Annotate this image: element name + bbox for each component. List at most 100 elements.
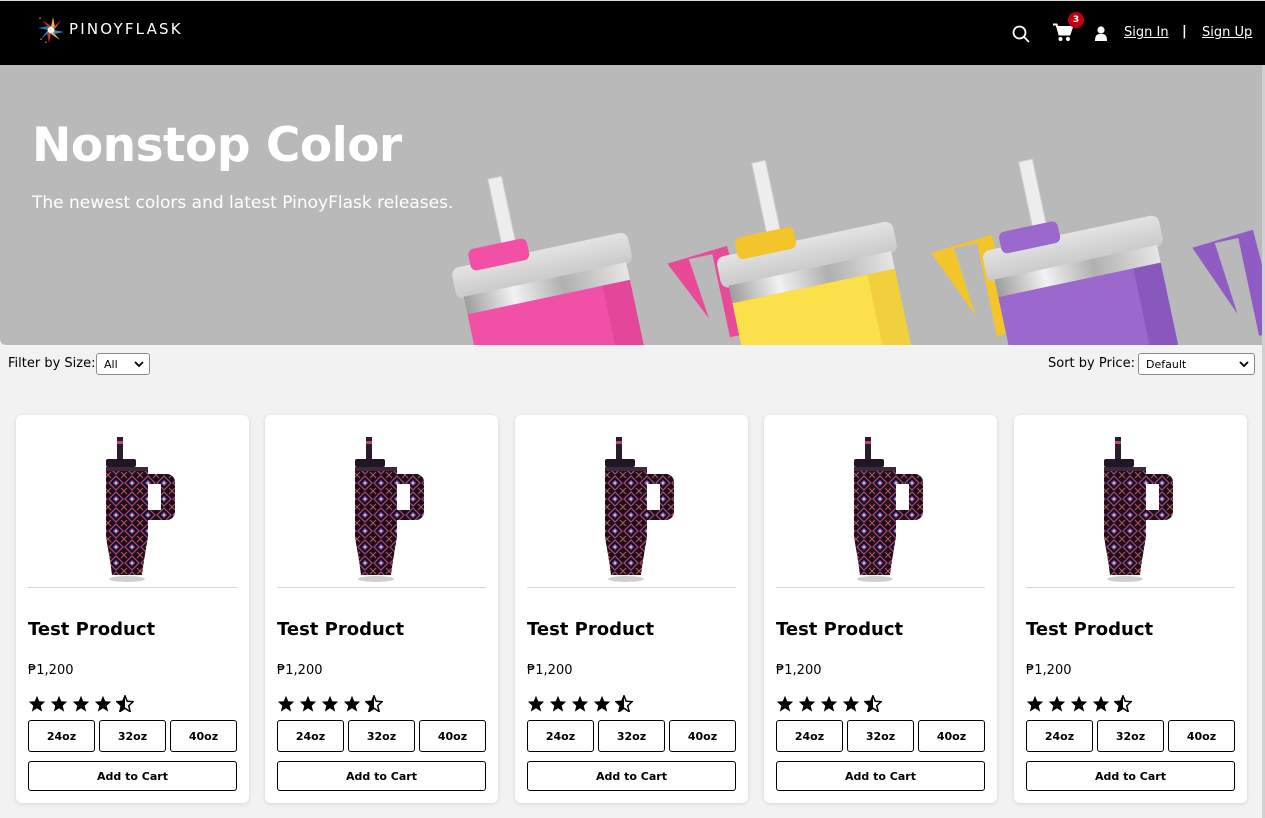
product-card[interactable]: Test Product ₱1,200 24oz 32oz 40oz Add to … [515,415,748,803]
product-title[interactable]: Test Product [28,619,155,640]
size-option-button[interactable]: 40oz [170,720,237,752]
size-option-button[interactable]: 32oz [99,720,166,752]
star-full-icon [1092,695,1110,712]
product-image [106,437,175,582]
size-option-button[interactable]: 32oz [847,720,914,752]
star-full-icon [776,695,794,712]
size-option-button[interactable]: 32oz [598,720,665,752]
star-full-icon [842,695,860,712]
product-price: ₱1,200 [277,663,323,678]
product-image [1104,437,1173,582]
product-rating [527,695,633,712]
star-full-icon [527,695,545,712]
star-full-icon [798,695,816,712]
auth-separator: | [1182,24,1187,39]
add-to-cart-button[interactable]: Add to Cart [28,761,237,791]
add-to-cart-button[interactable]: Add to Cart [277,761,486,791]
product-image-area[interactable] [277,427,486,587]
card-divider [277,587,486,588]
size-option-button[interactable]: 40oz [918,720,985,752]
star-half-icon [1114,695,1132,712]
size-filter-label: Filter by Size: [8,356,96,371]
product-image-area[interactable] [28,427,237,587]
purple-tumbler [982,158,1262,345]
size-option-button[interactable]: 24oz [277,720,344,752]
size-options: 24oz 32oz 40oz [28,720,237,752]
product-image [854,437,923,582]
size-option-button[interactable]: 24oz [776,720,843,752]
brand-logo[interactable]: PINOYFLASK [36,15,183,45]
product-card[interactable]: Test Product ₱1,200 24oz 32oz 40oz Add to … [16,415,249,803]
star-full-icon [571,695,589,712]
product-image-area[interactable] [776,427,985,587]
product-title[interactable]: Test Product [776,619,903,640]
star-full-icon [820,695,838,712]
star-full-icon [593,695,611,712]
star-full-icon [72,695,90,712]
star-full-icon [343,695,361,712]
hero-banner: Nonstop Color The newest colors and late… [0,65,1262,345]
star-half-icon [116,695,134,712]
size-option-button[interactable]: 24oz [28,720,95,752]
star-full-icon [277,695,295,712]
product-image [605,437,674,582]
size-option-button[interactable]: 40oz [419,720,486,752]
size-option-button[interactable]: 24oz [1026,720,1093,752]
price-sort-label: Sort by Price: [1048,356,1135,371]
price-sort-value: Default [1146,358,1187,371]
star-half-icon [365,695,383,712]
star-full-icon [321,695,339,712]
chevron-down-icon [134,361,144,368]
product-title[interactable]: Test Product [277,619,404,640]
star-full-icon [94,695,112,712]
card-divider [1026,587,1235,588]
product-rating [277,695,383,712]
product-rating [1026,695,1132,712]
star-half-icon [615,695,633,712]
star-half-icon [864,695,882,712]
product-price: ₱1,200 [776,663,822,678]
product-card[interactable]: Test Product ₱1,200 24oz 32oz 40oz Add to … [764,415,997,803]
sign-in-link[interactable]: Sign In [1124,25,1169,40]
size-filter-select[interactable]: All [96,353,150,375]
add-to-cart-button[interactable]: Add to Cart [1026,761,1235,791]
star-full-icon [50,695,68,712]
product-card[interactable]: Test Product ₱1,200 24oz 32oz 40oz Add to … [265,415,498,803]
size-options: 24oz 32oz 40oz [527,720,736,752]
star-full-icon [549,695,567,712]
size-option-button[interactable]: 40oz [669,720,736,752]
size-option-button[interactable]: 32oz [348,720,415,752]
product-card[interactable]: Test Product ₱1,200 24oz 32oz 40oz Add to … [1014,415,1247,803]
size-option-button[interactable]: 40oz [1168,720,1235,752]
pink-tumbler [452,175,751,345]
star-full-icon [299,695,317,712]
product-price: ₱1,200 [28,663,74,678]
card-divider [527,587,736,588]
product-price: ₱1,200 [1026,663,1072,678]
yellow-tumbler [717,159,1018,345]
chevron-down-icon [1239,361,1249,368]
product-rating [28,695,134,712]
size-options: 24oz 32oz 40oz [1026,720,1235,752]
sign-up-link[interactable]: Sign Up [1202,25,1252,40]
size-options: 24oz 32oz 40oz [277,720,486,752]
search-icon[interactable] [1012,25,1030,43]
product-image-area[interactable] [527,427,736,587]
add-to-cart-button[interactable]: Add to Cart [776,761,985,791]
size-option-button[interactable]: 24oz [527,720,594,752]
price-sort-select[interactable]: Default [1138,353,1255,375]
product-title[interactable]: Test Product [1026,619,1153,640]
user-icon[interactable] [1095,26,1107,41]
product-title[interactable]: Test Product [527,619,654,640]
brand-name: PINOYFLASK [69,20,183,38]
product-price: ₱1,200 [527,663,573,678]
product-rating [776,695,882,712]
product-image [355,437,424,582]
star-full-icon [1070,695,1088,712]
add-to-cart-button[interactable]: Add to Cart [527,761,736,791]
product-image-area[interactable] [1026,427,1235,587]
sunburst-logo-icon [38,17,64,43]
size-option-button[interactable]: 32oz [1097,720,1164,752]
hero-title: Nonstop Color [32,118,402,173]
hero-subtitle: The newest colors and latest PinoyFlask … [32,193,454,213]
